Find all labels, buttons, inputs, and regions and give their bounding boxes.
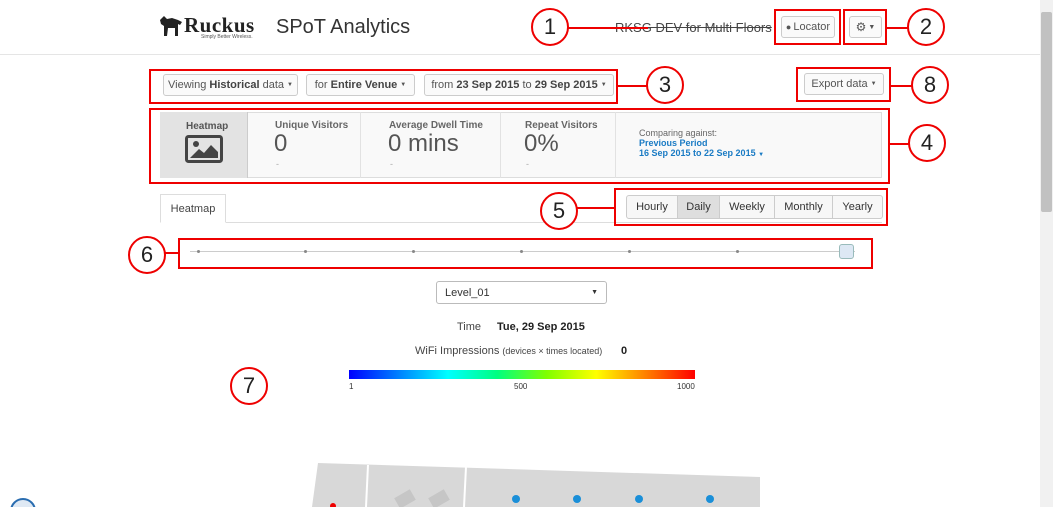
unique-visitors-value: 0: [274, 130, 288, 157]
scale-min-label: 1: [349, 382, 354, 391]
repeat-visitors-change: -: [526, 159, 529, 169]
viewing-value: Historical: [209, 79, 260, 91]
callout-8: 8: [911, 66, 949, 104]
viewing-prefix: Viewing: [168, 79, 207, 91]
scale-max-label: 1000: [677, 382, 695, 391]
callout-4: 4: [908, 124, 946, 162]
callout-7: 7: [230, 367, 268, 405]
caret-down-icon: ▼: [600, 82, 607, 88]
time-value: Tue, 29 Sep 2015: [497, 321, 585, 333]
callout-3: 3: [646, 66, 684, 104]
caret-down-icon: ▼: [758, 152, 765, 158]
slider-tick: [197, 250, 200, 253]
tab-heatmap[interactable]: Heatmap: [160, 194, 226, 223]
impressions-note: (devices × times located): [502, 346, 603, 356]
date-to: 29 Sep 2015: [534, 79, 598, 91]
heatmap-color-scale: [349, 370, 695, 379]
callout-6-box: [178, 238, 873, 269]
slider-tick: [304, 250, 307, 253]
unique-visitors-change: -: [276, 159, 279, 169]
date-from: 23 Sep 2015: [456, 79, 520, 91]
wifi-impressions-value: 0: [621, 345, 628, 357]
caret-down-icon: ▼: [591, 289, 598, 296]
impressions-title: WiFi Impressions: [415, 345, 500, 357]
stats-panel: [160, 112, 882, 178]
caret-down-icon: ▼: [400, 82, 407, 88]
floor-plan-map[interactable]: [300, 455, 760, 507]
caret-down-icon: ▼: [868, 23, 876, 31]
image-icon: [185, 135, 223, 163]
map-marker-icon: ●: [785, 22, 792, 32]
export-label: Export data: [811, 78, 868, 90]
avg-dwell-change: -: [390, 159, 393, 169]
viewing-suffix: data: [262, 79, 285, 91]
caret-down-icon: ▼: [870, 81, 877, 87]
tab-monthly[interactable]: Monthly: [774, 195, 833, 219]
ruckus-dog-logo-icon: [160, 16, 182, 36]
export-data-button[interactable]: Export data ▼: [804, 73, 884, 95]
tab-weekly[interactable]: Weekly: [719, 195, 775, 219]
time-label: Time: [457, 321, 482, 333]
repeat-visitors-value: 0%: [524, 130, 559, 157]
wifi-impressions-label: WiFi Impressions (devices × times locate…: [415, 345, 602, 357]
access-point-marker[interactable]: [573, 495, 581, 503]
tab-daily[interactable]: Daily: [677, 195, 720, 219]
locator-label: Locator: [793, 21, 831, 33]
scrollbar-thumb[interactable]: [1041, 12, 1052, 212]
access-point-marker[interactable]: [706, 495, 714, 503]
comparing-range: 16 Sep 2015 to 22 Sep 2015: [639, 148, 756, 158]
avg-dwell-value: 0 mins: [388, 130, 459, 157]
date-range-dropdown[interactable]: from 23 Sep 2015 to 29 Sep 2015 ▼: [424, 74, 614, 96]
floor-select-value: Level_01: [445, 286, 490, 299]
comparing-period-link[interactable]: Previous Period: [639, 138, 708, 148]
tab-hourly[interactable]: Hourly: [626, 195, 678, 219]
callout-5: 5: [540, 192, 578, 230]
floor-select[interactable]: Level_01 ▼: [436, 281, 607, 304]
from-prefix: from: [431, 79, 454, 91]
for-prefix: for: [314, 79, 328, 91]
for-value: Entire Venue: [330, 79, 398, 91]
slider-tick: [412, 250, 415, 253]
comparing-label: Comparing against:: [639, 128, 718, 138]
access-point-marker[interactable]: [635, 495, 643, 503]
access-point-marker[interactable]: [512, 495, 520, 503]
tab-yearly[interactable]: Yearly: [832, 195, 883, 219]
comparing-range-dropdown[interactable]: 16 Sep 2015 to 22 Sep 2015 ▼: [639, 148, 764, 158]
viewing-dropdown[interactable]: Viewing Historical data ▼: [163, 74, 298, 96]
locator-button[interactable]: ● Locator: [781, 16, 835, 38]
caret-down-icon: ▼: [287, 82, 293, 88]
help-bubble-icon[interactable]: [10, 498, 36, 507]
gear-icon: ⚙: [855, 20, 867, 34]
time-slider-handle[interactable]: [839, 244, 854, 259]
logo-tagline: Simply Better Wireless.: [201, 34, 253, 40]
scope-dropdown[interactable]: for Entire Venue ▼: [306, 74, 415, 96]
app-title: SPoT Analytics: [276, 16, 411, 38]
slider-tick: [736, 250, 739, 253]
callout-2: 2: [907, 8, 945, 46]
settings-button[interactable]: ⚙ ▼: [849, 16, 882, 38]
callout-6: 6: [128, 236, 166, 274]
to-word: to: [522, 79, 532, 91]
callout-1: 1: [531, 8, 569, 46]
slider-tick: [628, 250, 631, 253]
heatmap-tile-label: Heatmap: [186, 121, 229, 132]
slider-tick: [520, 250, 523, 253]
scale-mid-label: 500: [514, 382, 528, 391]
